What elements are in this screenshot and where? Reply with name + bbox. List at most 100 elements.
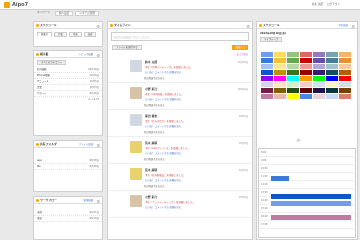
member-color[interactable] <box>274 64 286 69</box>
feed-author[interactable]: 荒木 麻耶 <box>145 168 157 172</box>
avatar[interactable] <box>130 168 142 180</box>
logout-link[interactable]: ログアウト <box>327 2 340 6</box>
tab-month[interactable]: 月表 <box>54 32 67 37</box>
new-request-link[interactable]: 新規依頼 <box>83 197 93 204</box>
member-color[interactable] <box>274 82 286 87</box>
member-color[interactable] <box>313 76 325 81</box>
schedule-event[interactable] <box>271 194 351 199</box>
feed-body[interactable]: 予定「社内勉強会」を登録しました。 <box>145 173 186 177</box>
schedule-event[interactable] <box>271 215 351 220</box>
feed-author[interactable]: 荒木 麻耶 <box>145 141 157 145</box>
member-color[interactable] <box>287 58 299 63</box>
member-color[interactable] <box>313 58 325 63</box>
attach-file-button[interactable]: ファイルを添付する <box>112 45 142 50</box>
member-color[interactable] <box>300 52 312 57</box>
member-color[interactable] <box>300 58 312 63</box>
gear-icon[interactable]: ⚙ <box>246 23 250 30</box>
user-name[interactable]: 赤木 太郎 <box>312 2 323 6</box>
nav-mypage[interactable]: マイページ <box>34 11 53 16</box>
feed-author[interactable]: 鈴木 太郎 <box>145 60 157 64</box>
list-item[interactable]: 承認 9月19日 <box>34 216 102 222</box>
post-topic-link[interactable]: トピック投稿 <box>79 51 93 58</box>
member-color[interactable] <box>287 52 299 57</box>
member-color[interactable] <box>261 82 273 87</box>
add-file-link[interactable]: ファイル追加 <box>79 141 93 148</box>
member-color[interactable] <box>339 94 351 99</box>
member-color[interactable] <box>274 88 286 93</box>
member-color[interactable] <box>300 94 312 99</box>
feed-related-link[interactable]: 他の関連予定を見る <box>144 157 165 161</box>
post-button[interactable]: 投稿する <box>232 45 248 50</box>
schedule-event[interactable] <box>271 176 289 181</box>
feed-actions[interactable]: いいね！ コメントする 詳細を見る <box>145 178 181 182</box>
member-color[interactable] <box>287 64 299 69</box>
avatar[interactable] <box>130 114 142 126</box>
tab-month-2[interactable]: 月表 <box>68 32 82 37</box>
member-color[interactable] <box>313 70 325 75</box>
member-color[interactable] <box>339 88 351 93</box>
gear-icon[interactable]: ⚙ <box>96 142 100 149</box>
member-color[interactable] <box>313 88 325 93</box>
member-color[interactable] <box>287 82 299 87</box>
member-color[interactable] <box>339 70 351 75</box>
member-color[interactable] <box>300 70 312 75</box>
member-color[interactable] <box>300 88 312 93</box>
tab-week[interactable]: 週表示 <box>37 32 53 37</box>
member-color[interactable] <box>300 64 312 69</box>
group-select[interactable]: マイグループ <box>260 37 283 42</box>
avatar[interactable] <box>130 141 142 153</box>
feed-body[interactable]: 予定「打ち合わせ」を登録しました。 <box>145 119 186 123</box>
feed-related-link[interactable]: 他の関連予定を見る <box>144 130 165 134</box>
member-color[interactable] <box>274 76 286 81</box>
member-color[interactable] <box>274 52 286 57</box>
gear-icon[interactable]: ⚙ <box>96 198 100 205</box>
nav-system-admin[interactable]: システム管理 <box>75 11 99 16</box>
feed-author[interactable]: 小野 彩乃 <box>145 87 157 91</box>
feed-related-link[interactable]: 他の関連予定を見る <box>144 184 165 188</box>
member-color[interactable] <box>326 70 338 75</box>
member-color[interactable] <box>261 52 273 57</box>
tab-day[interactable]: 日表 <box>83 32 97 37</box>
member-color[interactable] <box>274 58 286 63</box>
member-color[interactable] <box>326 58 338 63</box>
member-color[interactable] <box>261 76 273 81</box>
feed-actions[interactable]: いいね！ コメントする 詳細を見る <box>145 151 181 155</box>
avatar[interactable] <box>130 60 142 72</box>
member-color[interactable] <box>339 64 351 69</box>
member-color[interactable] <box>326 88 338 93</box>
avatar[interactable] <box>130 195 142 207</box>
member-color[interactable] <box>313 82 325 87</box>
member-color[interactable] <box>326 94 338 99</box>
member-color[interactable] <box>300 76 312 81</box>
logo-text[interactable]: Aipo7 <box>12 2 28 8</box>
feed-body[interactable]: 予定「Aipo7リリース」を登録しました。 <box>145 146 190 150</box>
member-color[interactable] <box>313 94 325 99</box>
member-color[interactable] <box>261 64 273 69</box>
member-color[interactable] <box>326 64 338 69</box>
nav-personal-settings[interactable]: 個人設定 <box>54 11 74 16</box>
feed-actions[interactable]: いいね！ コメントする 詳細を見る <box>145 124 181 128</box>
member-color[interactable] <box>261 94 273 99</box>
member-color[interactable] <box>261 58 273 63</box>
feed-body[interactable]: 予定「ランチミーティング」を登録しました。 <box>145 200 195 204</box>
member-color[interactable] <box>339 58 351 63</box>
avatar[interactable] <box>130 87 142 99</box>
member-color[interactable] <box>313 64 325 69</box>
member-color[interactable] <box>274 94 286 99</box>
schedule-event[interactable] <box>271 201 351 206</box>
member-color[interactable] <box>326 76 338 81</box>
gear-icon[interactable]: ⚙ <box>96 23 100 30</box>
gear-icon[interactable]: ⚙ <box>96 52 100 59</box>
list-item[interactable]: file 9月28日 <box>34 164 102 170</box>
member-color[interactable] <box>339 52 351 57</box>
feed-author[interactable]: 小野 彩乃 <box>145 195 157 199</box>
feed-author[interactable]: 塚田 裕也 <box>145 114 157 118</box>
member-color[interactable] <box>261 70 273 75</box>
member-color[interactable] <box>287 70 299 75</box>
member-color[interactable] <box>287 94 299 99</box>
member-color[interactable] <box>326 82 338 87</box>
member-color[interactable] <box>339 82 351 87</box>
gear-icon[interactable]: ⚙ <box>351 23 355 30</box>
member-color[interactable] <box>274 70 286 75</box>
member-color[interactable] <box>339 76 351 81</box>
